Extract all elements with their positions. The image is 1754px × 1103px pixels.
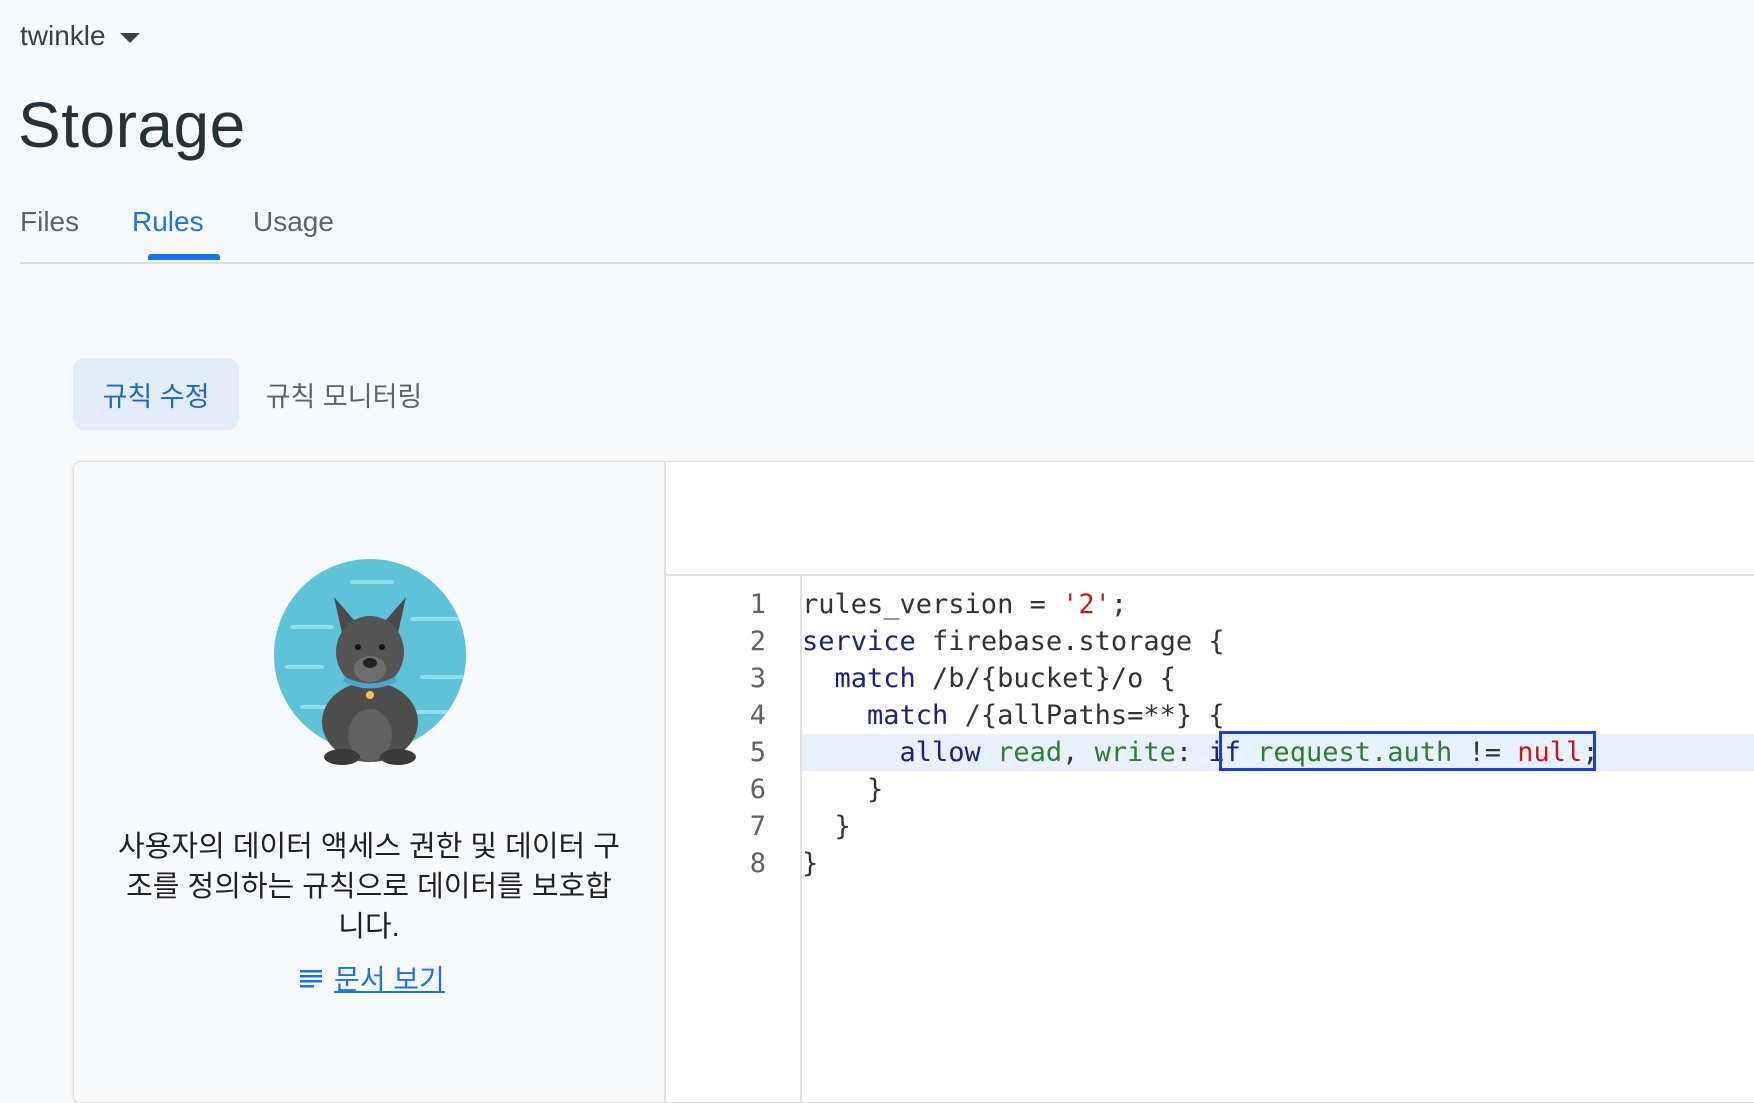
project-name: twinkle (20, 20, 106, 51)
code-token: ; (1110, 589, 1128, 620)
view-docs-link[interactable]: 문서 보기 (300, 958, 445, 998)
line-number: 1 (749, 589, 766, 620)
code-line-6[interactable]: } (802, 771, 1754, 808)
subtab-monitor-rules[interactable]: 규칙 모니터링 (249, 358, 439, 430)
code-line-2[interactable]: service firebase.storage { (802, 623, 1754, 660)
line-number: 5 (749, 737, 766, 768)
notes-icon (300, 970, 322, 988)
line-number: 4 (749, 700, 766, 731)
view-docs-label: 문서 보기 (334, 964, 445, 995)
tab-bar: Files Rules Usage (20, 196, 1754, 264)
code-token: rules_version = (802, 589, 1063, 620)
line-number: 3 (749, 663, 766, 694)
code-token: } (802, 811, 851, 842)
code-line-1[interactable]: rules_version = '2'; (802, 586, 1754, 623)
active-tab-indicator (148, 254, 220, 260)
rules-card: 사용자의 데이터 액세스 권한 및 데이터 구조를 정의하는 규칙으로 데이터를… (73, 461, 1754, 1103)
subtab-edit-rules[interactable]: 규칙 수정 (73, 358, 239, 430)
code-line-7[interactable]: } (802, 808, 1754, 845)
dog-mascot-illustration (274, 559, 466, 765)
code-token: firebase.storage { (915, 626, 1225, 657)
code-token: match (802, 700, 949, 731)
code-token: : (1175, 737, 1209, 768)
tab-rules[interactable]: Rules (132, 206, 204, 238)
tab-usage[interactable]: Usage (253, 206, 334, 238)
code-token: match (802, 663, 916, 694)
line-number: 2 (749, 626, 766, 657)
code-token: allow (802, 737, 981, 768)
code-line-4[interactable]: match /{allPaths=**} { (802, 697, 1754, 734)
line-number-gutter: 1 2 3 4 5 6 7 8 (666, 576, 802, 1102)
code-line-8[interactable]: } (802, 845, 1754, 882)
editor-toolbar (666, 462, 1754, 576)
code-token: /{allPaths=**} { (948, 700, 1225, 731)
code-token: } (802, 848, 819, 879)
code-token: } (802, 774, 884, 805)
code-token: read (980, 737, 1063, 768)
code-token: service (802, 626, 916, 657)
code-token: '2' (1062, 589, 1111, 620)
line-number: 8 (749, 848, 766, 879)
page-title: Storage (18, 89, 246, 161)
line-number: 7 (749, 811, 766, 842)
rules-code-editor[interactable]: 1 2 3 4 5 6 7 8 rules_version = '2'; ser… (666, 576, 1754, 1102)
code-token: , (1062, 737, 1095, 768)
code-token: /b/{bucket}/o { (915, 663, 1176, 694)
tab-files[interactable]: Files (20, 206, 79, 238)
project-selector[interactable]: twinkle (20, 18, 140, 54)
code-token: write (1094, 737, 1176, 768)
line-number: 6 (749, 774, 766, 805)
highlight-selection-box (1219, 731, 1596, 771)
rules-description: 사용자의 데이터 액세스 권한 및 데이터 구조를 정의하는 규칙으로 데이터를… (118, 831, 620, 943)
code-line-3[interactable]: match /b/{bucket}/o { (802, 660, 1754, 697)
chevron-down-icon (119, 33, 140, 43)
info-panel: 사용자의 데이터 액세스 권한 및 데이터 구조를 정의하는 규칙으로 데이터를… (74, 462, 666, 1102)
